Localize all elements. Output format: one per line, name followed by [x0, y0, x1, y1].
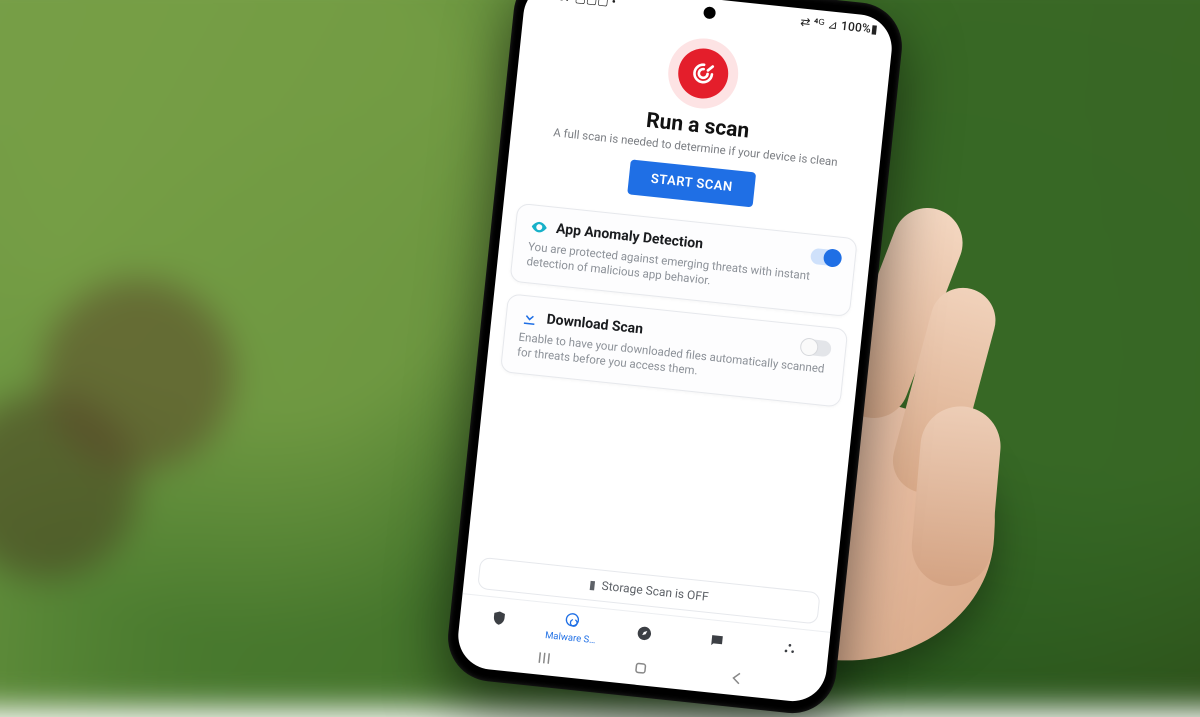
radar-icon [563, 611, 581, 632]
compass-icon [635, 624, 653, 645]
chat-icon [708, 632, 726, 653]
warning-icon: ▮ [588, 577, 596, 592]
start-scan-button[interactable]: START SCAN [627, 159, 756, 207]
anomaly-toggle[interactable] [810, 247, 842, 266]
nav-malware-scan[interactable]: Malware S… [533, 608, 609, 647]
download-toggle[interactable] [800, 338, 832, 357]
nav-more[interactable] [752, 636, 827, 665]
app-logo-ring [665, 35, 742, 112]
nav-security[interactable] [461, 606, 536, 635]
phone-screen: 14:07 ▢▢▢ • ⇄ ⁴ᴳ ⊿ 100%▮ Run a scan A fu… [455, 0, 895, 704]
eye-scan-icon [529, 217, 549, 237]
back-button[interactable] [727, 668, 747, 688]
recent-apps-button[interactable] [535, 648, 555, 668]
nav-messages[interactable] [679, 629, 754, 658]
scan-hero: Run a scan A full scan is needed to dete… [505, 1, 893, 229]
settings-list: App Anomaly Detection You are protected … [467, 191, 873, 594]
home-button[interactable] [631, 658, 651, 678]
banner-text: Storage Scan is OFF [601, 579, 709, 604]
download-icon [520, 307, 540, 327]
phone-frame: 14:07 ▢▢▢ • ⇄ ⁴ᴳ ⊿ 100%▮ Run a scan A fu… [444, 0, 906, 717]
shield-icon [490, 609, 508, 630]
app-logo-icon [676, 46, 731, 101]
nav-browse[interactable] [607, 621, 682, 650]
more-dots-icon [781, 639, 799, 660]
